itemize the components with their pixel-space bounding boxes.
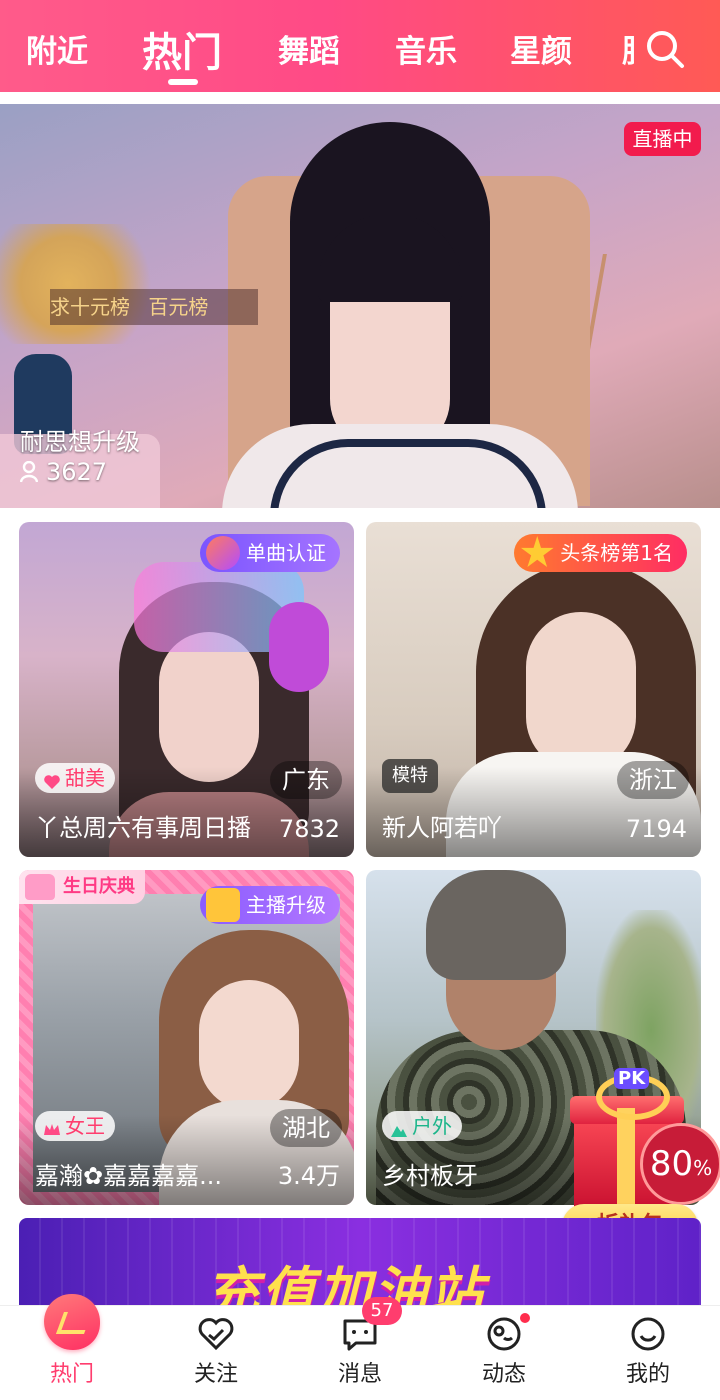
viewer-count: 3627: [46, 458, 108, 486]
flame-icon: [44, 1294, 100, 1350]
badge-label: 主播升级: [246, 893, 326, 917]
thumb-headphones: [269, 602, 329, 692]
viewer-count: 3.4万: [277, 1162, 340, 1190]
region-label: 湖北: [270, 1109, 342, 1147]
tag-pill: 女王: [35, 1111, 115, 1141]
nav-label: 我的: [625, 1362, 670, 1387]
gift-percent-unit: %: [693, 1156, 713, 1180]
nav-label: 热门: [49, 1362, 94, 1387]
moments-icon: [487, 1317, 521, 1351]
region-label: 浙江: [617, 761, 689, 799]
search-button[interactable]: [644, 28, 686, 70]
stream-card-1[interactable]: 单曲认证 甜美 广东 丫总周六有事周日播 7832: [19, 522, 354, 857]
heart-check-icon: [198, 1318, 234, 1351]
streamer-name: 乡村板牙: [382, 1162, 478, 1190]
streamer-name: 丫总周六有事周日播: [35, 814, 251, 842]
level-up-badge: 主播升级: [200, 886, 340, 924]
tab-partial[interactable]: 脱: [622, 26, 634, 71]
crown-small-icon: [43, 1117, 61, 1135]
nav-label: 消息: [337, 1362, 382, 1387]
stream-card-3[interactable]: 生日庆典 主播升级 女王 湖北 嘉瀚✿嘉嘉嘉嘉... 3.4万: [19, 870, 354, 1205]
nav-me[interactable]: 我的: [576, 1306, 720, 1400]
moments-notification-dot: [520, 1313, 530, 1323]
tag-label: 女王: [65, 1114, 105, 1138]
thumb-face: [526, 612, 636, 772]
crown-icon: [206, 888, 240, 922]
featured-viewers: 3627: [20, 458, 107, 486]
viewer-count: 7194: [625, 815, 687, 843]
cake-icon: [25, 874, 55, 900]
music-note-icon: [206, 536, 240, 570]
tag-pill: 模特: [382, 759, 438, 793]
nav-hot[interactable]: 热门: [0, 1294, 144, 1400]
smile-icon: [631, 1317, 665, 1351]
banner-title: 充值加油站: [205, 1261, 485, 1308]
rank-banner: 求十元榜 百元榜: [50, 289, 258, 325]
person-icon: [20, 461, 38, 483]
heart-icon: [43, 769, 61, 789]
headline-rank-badge: 头条榜第1名: [514, 534, 687, 572]
pk-label: PK: [614, 1068, 650, 1089]
featured-streamer-name: 耐思想升级: [20, 428, 140, 456]
tab-nearby[interactable]: 附近: [26, 26, 88, 71]
badge-label: 头条榜第1名: [560, 541, 673, 565]
tag-label: 户外: [412, 1114, 452, 1138]
gift-ribbon: [617, 1108, 635, 1212]
nav-messages[interactable]: 消息: [288, 1306, 432, 1400]
search-icon: [647, 31, 684, 68]
nav-label: 关注: [193, 1362, 238, 1387]
bottom-nav: 热门 关注 消息 动态 我的: [0, 1294, 720, 1400]
star-icon: [520, 536, 554, 567]
tag-pill: 甜美: [35, 763, 115, 793]
badge-label: 单曲认证: [246, 541, 326, 565]
thumb-face: [159, 632, 259, 782]
thumb-face: [199, 980, 299, 1110]
streamer-collar: [270, 439, 546, 508]
tag-label: 甜美: [65, 766, 105, 790]
recharge-banner[interactable]: 充值加油站: [19, 1218, 701, 1308]
viewer-count: 7832: [278, 815, 340, 843]
message-count-badge: 57: [362, 1297, 402, 1325]
tab-beauty[interactable]: 星颜: [510, 26, 572, 71]
birthday-badge: 生日庆典: [19, 870, 145, 904]
category-tabs: 附近 热门 舞蹈 音乐 星颜 脱: [0, 0, 720, 92]
thumb-hair: [426, 870, 566, 980]
nav-moments[interactable]: 动态: [432, 1306, 576, 1400]
stream-card-2[interactable]: 头条榜第1名 模特 浙江 新人阿若吖 7194: [366, 522, 701, 857]
tab-music[interactable]: 音乐: [395, 26, 457, 71]
tab-hot[interactable]: 热门: [142, 20, 222, 78]
rank-text-10: 求十元榜: [50, 295, 130, 319]
region-label: 广东: [270, 761, 342, 799]
streamer-name: 嘉瀚✿嘉嘉嘉嘉...: [35, 1162, 222, 1190]
live-badge: 直播中: [624, 122, 701, 156]
background-flowers: [0, 224, 170, 344]
birthday-label: 生日庆典: [63, 876, 135, 897]
nav-label: 动态: [481, 1362, 526, 1387]
tag-pill: 户外: [382, 1111, 462, 1141]
nav-follow[interactable]: 关注: [144, 1306, 288, 1400]
certification-badge: 单曲认证: [200, 534, 340, 572]
mountain-icon: [390, 1117, 408, 1137]
gift-progress: 80%: [640, 1123, 720, 1205]
tab-dance[interactable]: 舞蹈: [278, 26, 340, 71]
rank-text-100: 百元榜: [148, 295, 209, 319]
streamer-name: 新人阿若吖: [382, 814, 502, 842]
active-tab-indicator: [168, 79, 198, 85]
gift-percent: 80: [649, 1144, 694, 1184]
